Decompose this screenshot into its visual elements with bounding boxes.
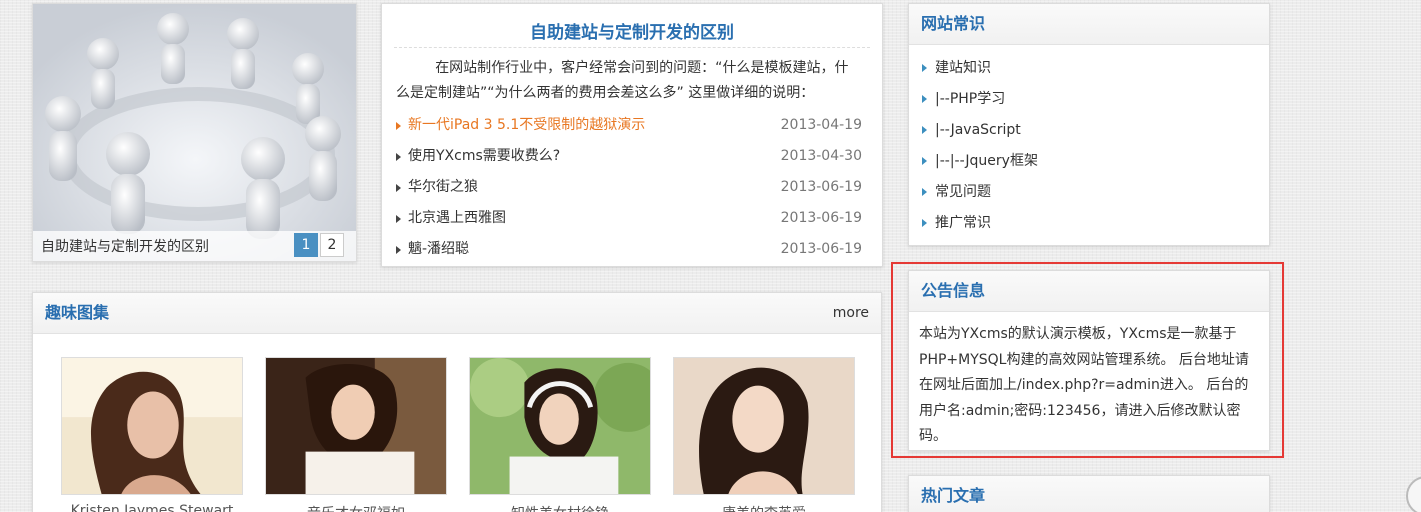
gallery-item[interactable]: 知性美女村徐铮	[469, 357, 651, 512]
bullet-triangle-icon	[922, 64, 927, 72]
category-item[interactable]: |--PHP学习	[921, 86, 1269, 117]
article-date: 2013-06-19	[780, 210, 862, 226]
list-item[interactable]: 魑-潘绍聪 2013-06-19	[394, 234, 862, 265]
photo-caption[interactable]: 知性美女村徐铮	[469, 503, 651, 512]
list-item[interactable]: 华尔街之狼 2013-06-19	[394, 172, 862, 203]
category-item[interactable]: |--|--Jquery框架	[921, 148, 1269, 179]
slide-image[interactable]	[33, 4, 357, 262]
gallery-header: 趣味图集 more	[33, 293, 881, 334]
category-label[interactable]: 推广常识	[935, 215, 991, 231]
article-date: 2013-04-30	[780, 148, 862, 164]
bullet-triangle-icon	[396, 153, 401, 161]
gallery-title: 趣味图集	[45, 303, 110, 322]
bullet-triangle-icon	[922, 219, 927, 227]
article-date: 2013-06-19	[780, 241, 862, 257]
bullet-triangle-icon	[922, 157, 927, 165]
bullet-triangle-icon	[922, 95, 927, 103]
article-intro: 在网站制作行业中，客户经常会问到的问题：“什么是模板建站，什么是定制建站”“为什…	[396, 60, 849, 101]
article-title[interactable]: 自助建站与定制开发的区别	[394, 4, 870, 48]
slider-page-2[interactable]: 2	[320, 233, 344, 257]
slider-page-1[interactable]: 1	[294, 233, 318, 257]
photo-thumbnail[interactable]	[469, 357, 651, 495]
list-item[interactable]: 使用YXcms需要收费么? 2013-04-30	[394, 141, 862, 172]
hot-articles-panel: 热门文章	[908, 475, 1270, 512]
knowledge-panel: 网站常识 建站知识 |--PHP学习 |--JavaScript |--|--J…	[908, 3, 1270, 246]
hot-header: 热门文章	[909, 476, 1269, 512]
category-label[interactable]: |--|--Jquery框架	[935, 153, 1038, 169]
gallery-panel: 趣味图集 more Kristen Jaymes Stewart 音乐才女邓福如	[32, 292, 882, 512]
list-item[interactable]: 新一代iPad 3 5.1不受限制的越狱演示 2013-04-19	[394, 110, 862, 141]
slider-caption[interactable]: 自助建站与定制开发的区别	[41, 236, 209, 256]
notice-header: 公告信息	[909, 271, 1269, 312]
category-label[interactable]: |--JavaScript	[935, 122, 1021, 138]
category-item[interactable]: 常见问题	[921, 179, 1269, 210]
article-link[interactable]: 使用YXcms需要收费么?	[408, 148, 560, 164]
category-item[interactable]: 推广常识	[921, 210, 1269, 241]
notice-text: 本站为YXcms的默认演示模板，YXcms是一款基于PHP+MYSQL构建的高效…	[919, 326, 1249, 444]
notice-panel: 公告信息 本站为YXcms的默认演示模板，YXcms是一款基于PHP+MYSQL…	[908, 270, 1270, 451]
article-link[interactable]: 新一代iPad 3 5.1不受限制的越狱演示	[408, 117, 645, 133]
category-item[interactable]: |--JavaScript	[921, 117, 1269, 148]
photo-thumbnail[interactable]	[265, 357, 447, 495]
category-label[interactable]: 常见问题	[935, 184, 991, 200]
bullet-triangle-icon	[922, 126, 927, 134]
gallery-photos: Kristen Jaymes Stewart 音乐才女邓福如 知	[61, 357, 855, 512]
category-label[interactable]: |--PHP学习	[935, 91, 1005, 107]
photo-caption[interactable]: 唐美的李英爱	[673, 503, 855, 512]
bullet-triangle-icon	[396, 215, 401, 223]
gallery-more-link[interactable]: more	[833, 293, 869, 333]
category-label[interactable]: 建站知识	[935, 60, 991, 76]
photo-caption[interactable]: 音乐才女邓福如	[265, 503, 447, 512]
gallery-item[interactable]: Kristen Jaymes Stewart	[61, 357, 243, 512]
notice-title: 公告信息	[921, 281, 986, 300]
photo-thumbnail[interactable]	[61, 357, 243, 495]
hot-title: 热门文章	[921, 486, 986, 505]
article-link[interactable]: 华尔街之狼	[408, 179, 478, 195]
article-link[interactable]: 魑-潘绍聪	[408, 241, 469, 257]
knowledge-list: 建站知识 |--PHP学习 |--JavaScript |--|--Jquery…	[909, 45, 1269, 241]
article-date: 2013-06-19	[780, 179, 862, 195]
gallery-item[interactable]: 音乐才女邓福如	[265, 357, 447, 512]
featured-slider[interactable]: 自助建站与定制开发的区别 1 2	[32, 3, 357, 262]
knowledge-title: 网站常识	[921, 14, 986, 33]
bullet-triangle-icon	[396, 184, 401, 192]
article-panel: 自助建站与定制开发的区别 在网站制作行业中，客户经常会问到的问题：“什么是模板建…	[381, 3, 883, 267]
knowledge-header: 网站常识	[909, 4, 1269, 45]
back-to-top-button[interactable]	[1406, 476, 1421, 512]
bullet-triangle-icon	[396, 246, 401, 254]
photo-caption[interactable]: Kristen Jaymes Stewart	[61, 503, 243, 512]
bullet-triangle-icon	[922, 188, 927, 196]
slider-caption-bar: 自助建站与定制开发的区别 1 2	[33, 231, 356, 261]
category-item[interactable]: 建站知识	[921, 55, 1269, 86]
photo-thumbnail[interactable]	[673, 357, 855, 495]
article-date: 2013-04-19	[780, 117, 862, 133]
article-list: 新一代iPad 3 5.1不受限制的越狱演示 2013-04-19 使用YXcm…	[394, 110, 862, 265]
gallery-item[interactable]: 唐美的李英爱	[673, 357, 855, 512]
slider-pager: 1 2	[294, 233, 344, 257]
bullet-triangle-icon	[396, 122, 401, 130]
list-item[interactable]: 北京遇上西雅图 2013-06-19	[394, 203, 862, 234]
article-link[interactable]: 北京遇上西雅图	[408, 210, 506, 226]
